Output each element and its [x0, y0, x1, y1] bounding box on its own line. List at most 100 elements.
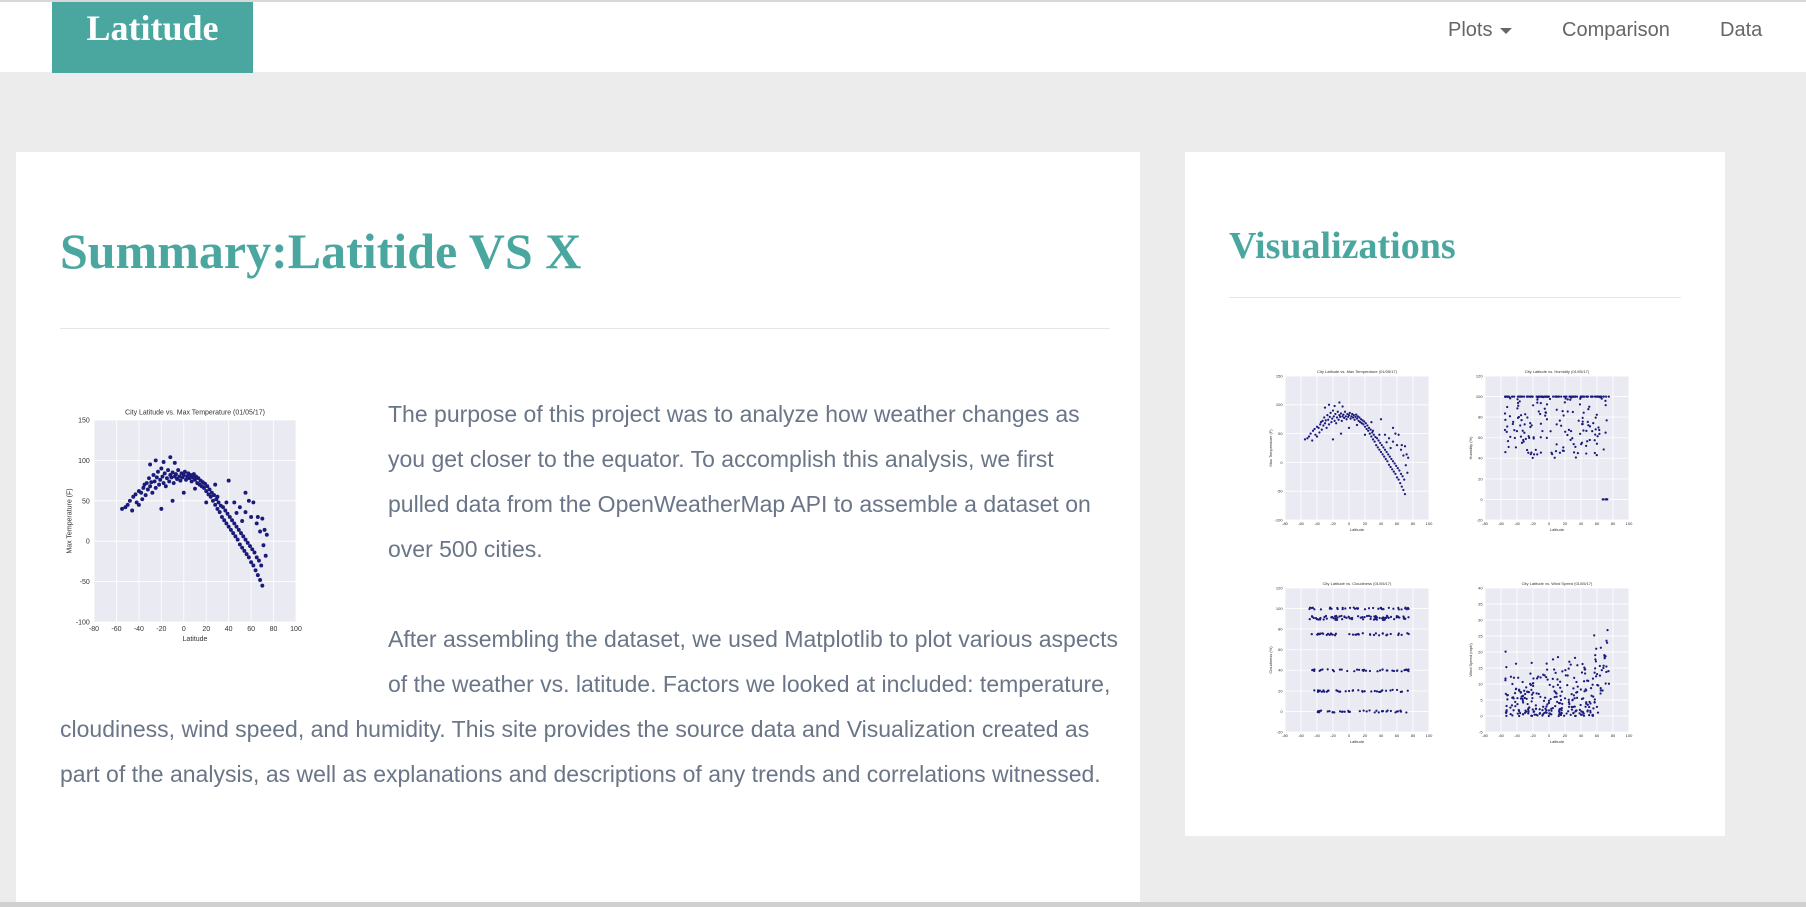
- data-point: [1334, 618, 1337, 621]
- data-point: [1338, 615, 1341, 618]
- data-point: [210, 498, 215, 503]
- data-point: [1389, 446, 1392, 450]
- nav-plots-dropdown[interactable]: Plots: [1448, 18, 1513, 42]
- data-point: [1575, 696, 1579, 699]
- data-point: [1598, 428, 1601, 432]
- data-point: [1547, 699, 1551, 702]
- data-point: [1399, 472, 1403, 476]
- data-point: [1544, 414, 1547, 417]
- data-point: [1343, 410, 1347, 413]
- data-point: [1593, 698, 1596, 701]
- data-point: [257, 558, 261, 563]
- data-point: [1551, 658, 1555, 661]
- data-point: [1504, 451, 1507, 454]
- data-point: [1375, 616, 1379, 619]
- data-point: [233, 534, 238, 539]
- data-point: [1559, 680, 1562, 683]
- data-point: [1379, 418, 1383, 421]
- data-point: [1595, 647, 1598, 650]
- data-point: [249, 560, 254, 565]
- data-point: [1548, 397, 1552, 401]
- data-point: [1505, 714, 1508, 717]
- data-point: [1566, 410, 1569, 413]
- data-point: [1550, 709, 1553, 712]
- data-point: [1563, 697, 1567, 700]
- data-point: [1368, 669, 1372, 673]
- data-point: [1331, 615, 1334, 619]
- data-point: [1343, 615, 1346, 618]
- data-point: [176, 468, 181, 473]
- data-point: [1545, 705, 1548, 708]
- x-axis-label: Latitude: [1550, 527, 1565, 532]
- data-point: [258, 529, 263, 534]
- data-point: [1391, 468, 1394, 471]
- data-point: [1320, 428, 1323, 431]
- x-tick-label: 100: [290, 626, 302, 633]
- data-point: [1385, 614, 1389, 617]
- y-tick-label: 120: [1276, 585, 1283, 590]
- data-point: [1529, 672, 1532, 675]
- data-point: [250, 547, 255, 552]
- data-point: [1326, 632, 1330, 635]
- y-tick-label: 60: [1278, 647, 1283, 652]
- data-point: [1516, 401, 1520, 405]
- data-point: [246, 555, 251, 560]
- y-tick-label: 30: [1478, 617, 1483, 622]
- data-point: [1587, 408, 1590, 411]
- data-point: [1595, 413, 1598, 416]
- data-point: [1524, 692, 1527, 696]
- max-temperature-scatter-plot[interactable]: -80 -60 -40 -20 0 20 40 60 80 100 -100 -50 0 50 100 150…: [60, 394, 360, 674]
- data-point: [1597, 684, 1600, 687]
- data-point: [1386, 669, 1389, 672]
- data-point: [1385, 710, 1388, 713]
- data-point: [161, 460, 166, 464]
- data-point: [1326, 710, 1329, 713]
- x-tick-label: 80: [1611, 521, 1616, 526]
- data-point: [215, 506, 220, 511]
- data-point: [1591, 430, 1594, 433]
- nav-comparison-link[interactable]: Comparison: [1562, 18, 1670, 42]
- data-point: [1539, 695, 1542, 698]
- data-point: [213, 502, 218, 507]
- x-tick-label: 100: [1626, 521, 1633, 526]
- data-point: [1389, 465, 1392, 469]
- data-point: [1310, 633, 1313, 636]
- nav-data-link[interactable]: Data: [1720, 18, 1762, 42]
- data-point: [1338, 401, 1341, 404]
- x-tick-label: 20: [1363, 733, 1368, 738]
- data-point: [1547, 701, 1551, 705]
- data-point: [1599, 395, 1602, 398]
- data-point: [1367, 426, 1371, 429]
- x-tick-label: 20: [202, 626, 210, 633]
- data-point: [1575, 395, 1579, 398]
- data-point: [258, 578, 263, 582]
- data-point: [1516, 407, 1519, 410]
- data-point: [1373, 689, 1376, 693]
- data-point: [1384, 689, 1388, 692]
- y-tick-label: 0: [1480, 497, 1483, 502]
- brand-logo[interactable]: Latitude: [52, 2, 253, 73]
- data-point: [1338, 710, 1342, 713]
- data-point: [1353, 670, 1356, 673]
- x-tick-label: -40: [1514, 521, 1521, 526]
- data-point: [1561, 410, 1564, 413]
- data-point: [1343, 710, 1346, 713]
- data-point: [237, 542, 242, 547]
- data-point: [125, 502, 130, 507]
- data-point: [1329, 411, 1332, 414]
- x-tick-label: -80: [1482, 733, 1489, 738]
- data-point: [1578, 403, 1582, 406]
- horizontal-scrollbar[interactable]: [0, 902, 1806, 907]
- data-point: [1400, 633, 1403, 636]
- data-point: [1341, 618, 1344, 621]
- data-point: [1564, 430, 1567, 433]
- y-tick-label: 150: [1276, 373, 1283, 378]
- data-point: [212, 493, 217, 498]
- data-point: [1334, 412, 1337, 416]
- data-point: [1586, 420, 1589, 423]
- data-point: [1407, 632, 1410, 636]
- data-point: [1508, 395, 1511, 399]
- data-point: [1602, 666, 1605, 670]
- data-point: [235, 537, 240, 542]
- data-point: [1504, 650, 1507, 653]
